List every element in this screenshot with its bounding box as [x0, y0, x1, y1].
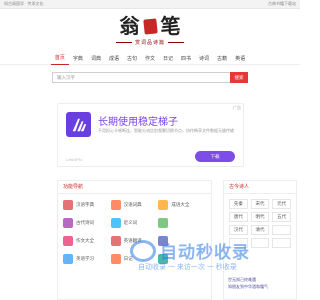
poem-line-1[interactable]: 世无知己终难遇	[228, 276, 268, 283]
nav-item-poetry[interactable]: 诗词	[195, 53, 213, 65]
logo-area: 翁 笔 赏词品诗篇	[0, 9, 300, 53]
function-item[interactable]	[158, 218, 206, 228]
nav-item-words[interactable]: 词典	[87, 53, 105, 65]
nav-item-ancient-sentences[interactable]: 古句	[123, 53, 141, 65]
search-button[interactable]: 搜索	[230, 72, 248, 83]
seal-icon	[142, 17, 158, 35]
ad-banner[interactable]: 长期使用稳定梯子 不用担心卡顿断连，智能分流告别频繁切换节点，协作畅享文件数据无…	[57, 103, 244, 167]
function-item-icon	[158, 200, 169, 210]
nav-item-dictionary[interactable]: 字典	[69, 53, 87, 65]
dynasty-button[interactable]: 唐代	[229, 212, 248, 222]
top-bar-right-text[interactable]: 古典书籍下载站	[268, 1, 296, 7]
site-slogan: 赏词品诗篇	[115, 39, 184, 46]
function-item[interactable]: 成语大全	[158, 200, 206, 210]
nav-item-english[interactable]: 英语	[231, 53, 249, 65]
watermark-title: 自动秒收录	[160, 243, 250, 262]
dynasty-heading: 古今诗人	[224, 181, 296, 194]
function-item-label: 英语学习	[76, 256, 94, 261]
slogan-divider-left	[115, 42, 132, 43]
function-item-icon	[158, 218, 169, 228]
function-item[interactable]: 作文大全	[63, 236, 111, 246]
ad-title: 长期使用稳定梯子	[98, 117, 178, 128]
nav-item-four-books[interactable]: 四书	[177, 53, 195, 65]
dynasty-button[interactable]	[272, 225, 291, 235]
dynasty-button[interactable]: 清代	[250, 225, 270, 235]
site-logo[interactable]: 翁 笔	[120, 16, 181, 36]
search-input[interactable]: 输入汉字	[52, 72, 230, 83]
dynasty-button[interactable]: 明代	[250, 212, 270, 222]
dynasty-button[interactable]: 先秦	[229, 199, 248, 209]
dynasty-button[interactable]: 五代	[272, 212, 291, 222]
ad-close-label[interactable]: 广告	[233, 105, 241, 111]
watermark-logo-icon	[130, 239, 156, 262]
function-item-label: 汉语字典	[76, 202, 94, 207]
top-bar-left-text[interactable]: 知古阁国学 · 传承文化	[4, 1, 44, 7]
function-item-label: 汉语词典	[123, 202, 142, 207]
function-item[interactable]: 近义词	[110, 218, 159, 228]
function-item-icon	[63, 200, 73, 210]
watermark-subtitle: 自动收录 一 来访一次 一 秒收录	[138, 264, 237, 271]
function-item[interactable]: 汉语字典	[63, 200, 111, 210]
function-item-label: 近义词	[123, 220, 138, 225]
dynasty-button[interactable]	[250, 238, 270, 248]
function-item-label: 古代诗词	[76, 220, 94, 225]
dynasty-button[interactable]: 宋代	[250, 199, 270, 209]
function-item[interactable]: 古代诗词	[63, 218, 111, 228]
watermark: 自动秒收录 自动收录 一 来访一次 一 秒收录	[130, 238, 250, 271]
function-item-icon	[110, 218, 121, 228]
ad-description: 不用担心卡顿断连，智能分流告别频繁切换节点，协作畅享文件数据无缝传输	[98, 128, 234, 133]
function-nav-heading: 功能导航	[58, 181, 211, 194]
poem-line-2[interactable]: 知朋友到中华酒和霜气	[228, 283, 268, 290]
function-item-icon	[110, 254, 121, 264]
nav-item-diary[interactable]: 日记	[159, 53, 177, 65]
slogan-text: 赏词品诗篇	[134, 40, 165, 46]
function-item-label: 成语大全	[171, 202, 190, 207]
function-item[interactable]: 汉语词典	[110, 200, 159, 210]
nav-item-classics[interactable]: 古籍	[213, 53, 231, 65]
logo-char-right: 笔	[160, 14, 181, 38]
ad-download-button[interactable]: 下载	[195, 151, 235, 162]
logo-char-left: 翁	[119, 14, 140, 38]
ad-brand: LetsVPN	[66, 157, 82, 162]
nav-item-essays[interactable]: 作文	[141, 53, 159, 65]
main-nav: 首页 字典 词典 成语 古句 作文 日记 四书 诗词 古籍 英语	[0, 53, 300, 65]
poem-list: 世无知己终难遇 知朋友到中华酒和霜气	[228, 276, 268, 290]
dynasty-button[interactable]	[272, 238, 291, 248]
function-item-icon	[63, 254, 73, 264]
function-item-label: 作文大全	[76, 238, 94, 243]
function-item-icon	[110, 200, 121, 210]
function-item[interactable]: 英语学习	[63, 254, 111, 264]
function-item-icon	[63, 236, 73, 246]
slogan-divider-right	[168, 42, 184, 43]
top-bar: 知古阁国学 · 传承文化 古典书籍下载站	[0, 0, 300, 9]
vpn-logo-icon	[66, 112, 91, 137]
nav-item-idioms[interactable]: 成语	[105, 53, 123, 65]
nav-item-home[interactable]: 首页	[50, 52, 69, 65]
search-row: 输入汉字 搜索	[0, 65, 300, 90]
dynasty-button[interactable]: 汉代	[229, 225, 248, 235]
function-item-icon	[110, 236, 121, 246]
dynasty-button[interactable]: 元代	[272, 199, 291, 209]
function-item-icon	[63, 218, 73, 228]
